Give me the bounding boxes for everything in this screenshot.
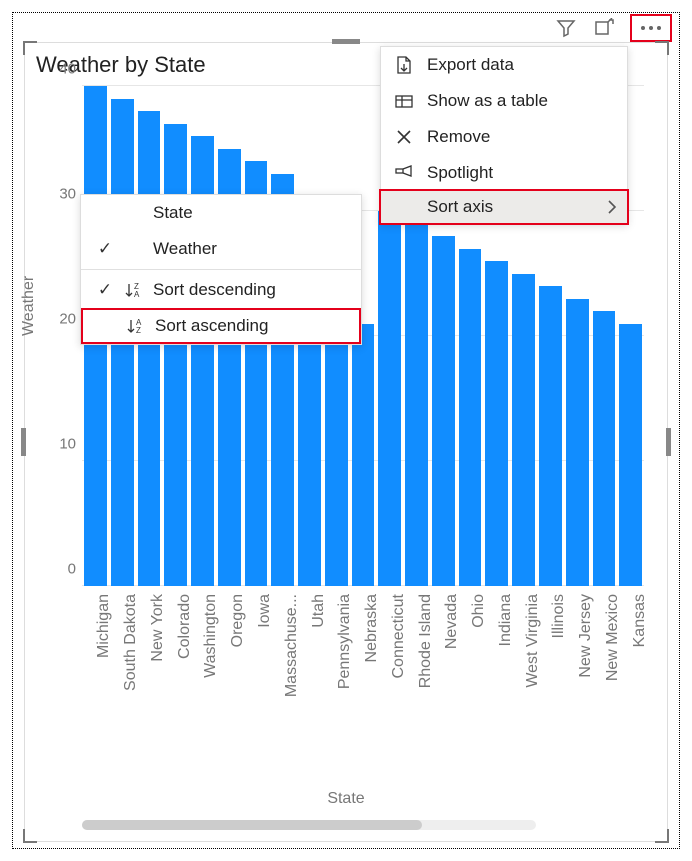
y-tick: 20 [59,311,76,328]
more-options-button[interactable] [630,14,672,42]
check-icon: ✓ [95,280,115,300]
x-axis-label: Nevada [432,594,455,774]
x-axis-label: Indiana [485,594,508,774]
table-icon [393,90,415,112]
check-icon: ✓ [95,239,115,259]
menu-item-label: Show as a table [427,91,548,111]
chevron-right-icon [607,200,617,214]
x-axis-label: Washington [191,594,214,774]
menu-remove[interactable]: Remove [381,119,627,155]
menu-item-label: Export data [427,55,514,75]
y-tick: 40 [59,61,76,78]
x-axis-label: Michigan [84,594,107,774]
x-axis-label: West Virginia [512,594,535,774]
menu-item-label: Sort descending [153,280,276,300]
x-axis-label: Utah [298,594,321,774]
x-axis-label: Ohio [459,594,482,774]
sort-desc-icon: ZA [123,281,145,299]
bar[interactable] [512,274,535,587]
resize-handle-right[interactable] [666,428,671,456]
menu-item-label: State [153,203,193,223]
bar[interactable] [164,124,187,587]
bar[interactable] [485,261,508,586]
horizontal-scrollbar[interactable] [82,820,536,830]
scrollbar-thumb[interactable] [82,820,422,830]
spotlight-icon [393,162,415,184]
filter-icon[interactable] [554,16,578,40]
remove-icon [393,126,415,148]
x-axis-label: Oregon [218,594,241,774]
menu-item-label: Sort ascending [155,316,268,336]
bar[interactable] [459,249,482,587]
x-axis-label: Connecticut [378,594,401,774]
bar[interactable] [138,111,161,586]
menu-item-label: Spotlight [427,163,493,183]
resize-handle-tr[interactable] [655,41,669,55]
y-tick: 30 [59,186,76,203]
y-axis: 0 10 20 30 40 [50,86,82,586]
menu-item-label: Sort axis [427,197,493,217]
bar[interactable] [352,324,375,587]
blank-icon [393,196,415,218]
menu-export-data[interactable]: Export data [381,47,627,83]
x-axis-label: Iowa [245,594,268,774]
x-axis-label: Colorado [164,594,187,774]
bar[interactable] [539,286,562,586]
menu-separator [81,269,361,270]
y-axis-title: Weather [20,276,38,336]
x-axis-label: Kansas [619,594,642,774]
x-axis-label: New Jersey [566,594,589,774]
svg-text:A: A [134,290,140,299]
bar[interactable] [405,224,428,587]
x-axis-label: New York [138,594,161,774]
bar[interactable] [619,324,642,587]
resize-handle-br[interactable] [655,829,669,843]
x-axis-label: New Mexico [593,594,616,774]
resize-handle-top[interactable] [332,39,360,44]
bar[interactable] [593,311,616,586]
bar[interactable] [298,324,321,587]
x-axis-label: South Dakota [111,594,134,774]
sort-axis-submenu: State ✓ Weather ✓ ZA Sort descending AZ … [80,194,362,345]
menu-spotlight[interactable]: Spotlight [381,155,627,191]
bar[interactable] [566,299,589,587]
submenu-sort-ascending[interactable]: AZ Sort ascending [81,308,361,344]
svg-text:Z: Z [136,326,141,335]
export-icon [393,54,415,76]
bar[interactable] [325,324,348,587]
bar[interactable] [378,211,401,586]
bar[interactable] [432,236,455,586]
submenu-field-weather[interactable]: ✓ Weather [81,231,361,267]
x-axis-label: Pennsylvania [325,594,348,774]
submenu-field-state[interactable]: State [81,195,361,231]
visual-toolbar [554,14,672,42]
sort-asc-icon: AZ [125,317,147,335]
x-axis-label: Massachuse... [271,594,294,774]
menu-item-label: Remove [427,127,490,147]
menu-sort-axis[interactable]: Sort axis [379,189,629,225]
x-axis-labels: MichiganSouth DakotaNew YorkColoradoWash… [82,594,644,774]
menu-item-label: Weather [153,239,217,259]
x-axis-label: Rhode Island [405,594,428,774]
resize-handle-bl[interactable] [23,829,37,843]
resize-handle-tl[interactable] [23,41,37,55]
context-menu: Export data Show as a table Remove Spotl… [380,46,628,224]
x-axis-label: Illinois [539,594,562,774]
y-tick: 0 [68,561,76,578]
x-axis-title: State [0,790,692,808]
menu-show-as-table[interactable]: Show as a table [381,83,627,119]
resize-handle-left[interactable] [21,428,26,456]
y-tick: 10 [59,436,76,453]
x-axis-label: Nebraska [352,594,375,774]
focus-mode-icon[interactable] [592,16,616,40]
submenu-sort-descending[interactable]: ✓ ZA Sort descending [81,272,361,308]
